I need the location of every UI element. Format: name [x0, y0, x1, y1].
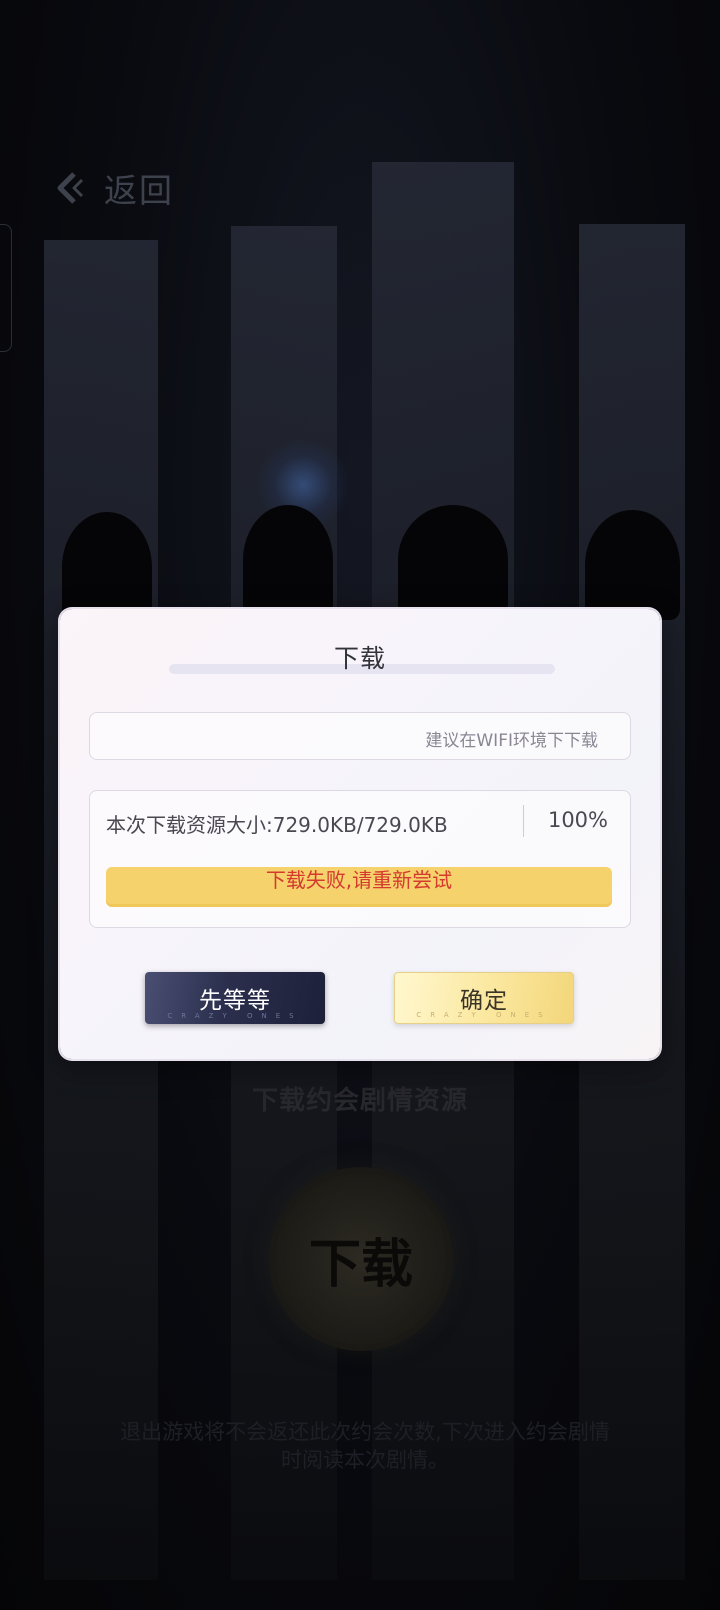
side-drawer-handle[interactable] [0, 224, 12, 352]
dialog-title: 下载 [333, 644, 386, 673]
background-caption: 下载约会剧情资源 [251, 1086, 468, 1116]
background-download-button: 下载 [275, 1173, 447, 1345]
confirm-button-label: 确定 [460, 988, 508, 1014]
wait-button[interactable]: 先等等 CRAZY ONES [145, 972, 325, 1024]
screen: 返回 下载约会剧情资源 下载 退出游戏将不会返还此次约会次数,下次进入约会剧情时… [0, 0, 720, 1610]
character-silhouette [398, 505, 508, 615]
download-dialog: 下载 建议在WIFI环境下下载 本次下载资源大小:729.0KB/729.0KB… [60, 609, 660, 1059]
divider [523, 805, 524, 837]
confirm-button[interactable]: 确定 CRAZY ONES [394, 972, 574, 1024]
back-arrow-icon [50, 168, 90, 208]
back-label: 返回 [104, 171, 174, 210]
download-info-box: 本次下载资源大小:729.0KB/729.0KB 100% 下载失败,请重新尝试 [89, 790, 631, 928]
character-silhouette [585, 510, 680, 620]
wait-button-label: 先等等 [199, 988, 271, 1014]
background-note: 退出游戏将不会返还此次约会次数,下次进入约会剧情时阅读本次剧情。 [120, 1420, 610, 1472]
character-silhouette [62, 512, 152, 622]
background-download-label: 下载 [308, 1233, 413, 1295]
error-message: 下载失败,请重新尝试 [265, 868, 453, 892]
wait-button-subtext: CRAZY ONES [167, 1012, 303, 1020]
back-button[interactable]: 返回 [50, 160, 174, 216]
character-silhouette [243, 505, 333, 615]
download-size-label: 本次下载资源大小:729.0KB/729.0KB [106, 813, 448, 837]
progress-percent: 100% [547, 808, 608, 832]
wifi-hint-box: 建议在WIFI环境下下载 [89, 712, 631, 760]
confirm-button-subtext: CRAZY ONES [416, 1011, 552, 1019]
error-banner: 下载失败,请重新尝试 [106, 867, 612, 907]
wifi-hint-text: 建议在WIFI环境下下载 [425, 731, 598, 751]
